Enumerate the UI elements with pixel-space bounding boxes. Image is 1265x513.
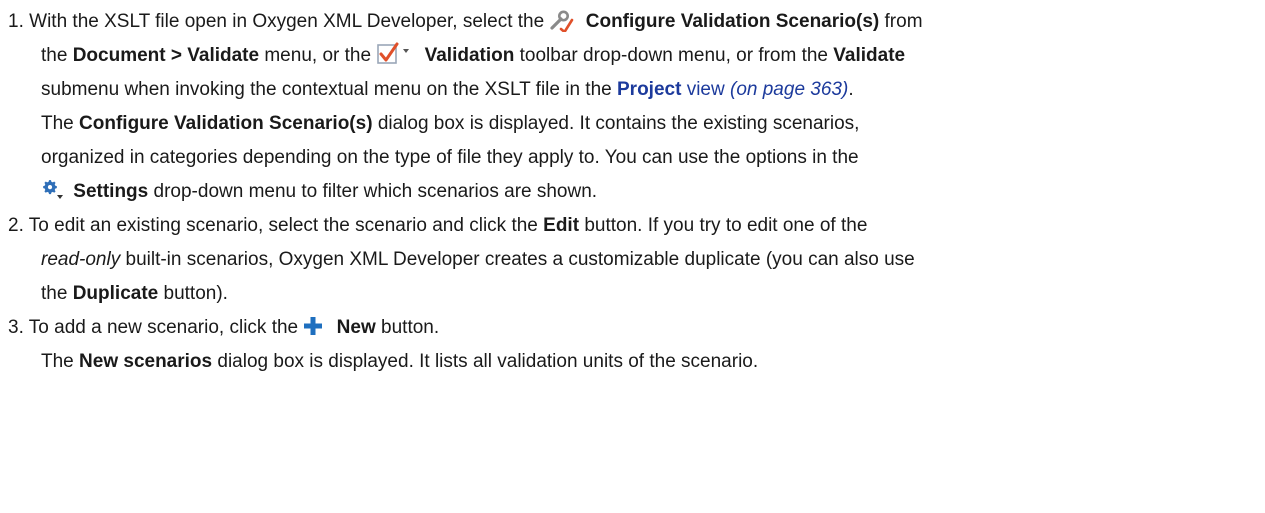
- plus-icon: [303, 316, 323, 336]
- dialog-name: Configure Validation Scenario(s): [79, 113, 373, 134]
- project-view-word[interactable]: view: [687, 79, 725, 100]
- step-text: from: [884, 11, 923, 32]
- step-text: built-in scenarios, Oxygen XML Developer…: [125, 249, 915, 270]
- step-text: menu, or the: [264, 45, 372, 66]
- step-2: 2. To edit an existing scenario, select …: [8, 209, 1258, 311]
- step-3-line-1: 3. To add a new scenario, click the New …: [8, 311, 1258, 345]
- step-text: The: [41, 113, 74, 134]
- step-1-line-1: 1. With the XSLT file open in Oxygen XML…: [8, 5, 1258, 39]
- step-2-line-3: the Duplicate button).: [8, 277, 1258, 311]
- step-text: dialog box is displayed. It contains the…: [377, 113, 860, 134]
- step-1-line-6: Settings drop-down menu to filter which …: [8, 175, 1258, 209]
- duplicate-button-label: Duplicate: [72, 283, 159, 304]
- wrench-checkmark-icon: [549, 8, 575, 32]
- step-text: button.: [381, 317, 440, 338]
- validate-submenu-label: Validate: [833, 45, 906, 66]
- step-3-line-2: The New scenarios dialog box is displaye…: [8, 345, 1258, 379]
- step-number: 2.: [8, 215, 24, 236]
- new-button-label: New: [336, 317, 376, 338]
- settings-menu-label: Settings: [73, 181, 149, 202]
- read-only-term: read-only: [41, 249, 121, 270]
- step-1-line-2: the Document > Validate menu, or the Val…: [8, 39, 1258, 73]
- dialog-name: New scenarios: [79, 351, 213, 372]
- step-1: 1. With the XSLT file open in Oxygen XML…: [8, 5, 1258, 209]
- step-number: 1.: [8, 11, 24, 32]
- document: 1. With the XSLT file open in Oxygen XML…: [0, 0, 1265, 513]
- menu-path: Document > Validate: [72, 45, 260, 66]
- period: .: [848, 79, 854, 100]
- step-3: 3. To add a new scenario, click the New …: [8, 311, 1258, 379]
- step-1-line-4: The Configure Validation Scenario(s) dia…: [8, 107, 1258, 141]
- step-text: The: [41, 351, 74, 372]
- gear-dropdown-icon: [41, 178, 65, 202]
- step-text: With the XSLT file open in Oxygen XML De…: [29, 11, 545, 32]
- step-text: the: [41, 45, 68, 66]
- edit-button-label: Edit: [543, 215, 580, 236]
- page-reference-link[interactable]: (on page 363): [730, 79, 848, 100]
- validation-checkbox-icon: [376, 42, 414, 66]
- step-text: To edit an existing scenario, select the…: [28, 215, 538, 236]
- step-text: submenu when invoking the contextual men…: [41, 79, 612, 100]
- step-number: 3.: [8, 317, 24, 338]
- step-text: drop-down menu to filter which scenarios…: [153, 181, 598, 202]
- step-2-line-2: read-only built-in scenarios, Oxygen XML…: [8, 243, 1258, 277]
- step-text: To add a new scenario, click the: [28, 317, 299, 338]
- step-1-line-3: submenu when invoking the contextual men…: [8, 73, 1258, 107]
- step-text: button).: [163, 283, 228, 304]
- project-view-link[interactable]: Project: [617, 79, 681, 100]
- step-text: toolbar drop-down menu, or from the: [519, 45, 829, 66]
- validation-toolbar-label: Validation: [424, 45, 515, 66]
- configure-validation-label: Configure Validation Scenario(s): [585, 11, 880, 32]
- step-text: the: [41, 283, 68, 304]
- step-1-line-5: organized in categories depending on the…: [8, 141, 1258, 175]
- step-text: button. If you try to edit one of the: [584, 215, 868, 236]
- step-2-line-1: 2. To edit an existing scenario, select …: [8, 209, 1258, 243]
- step-text: dialog box is displayed. It lists all va…: [217, 351, 759, 372]
- step-text: organized in categories depending on the…: [41, 147, 859, 168]
